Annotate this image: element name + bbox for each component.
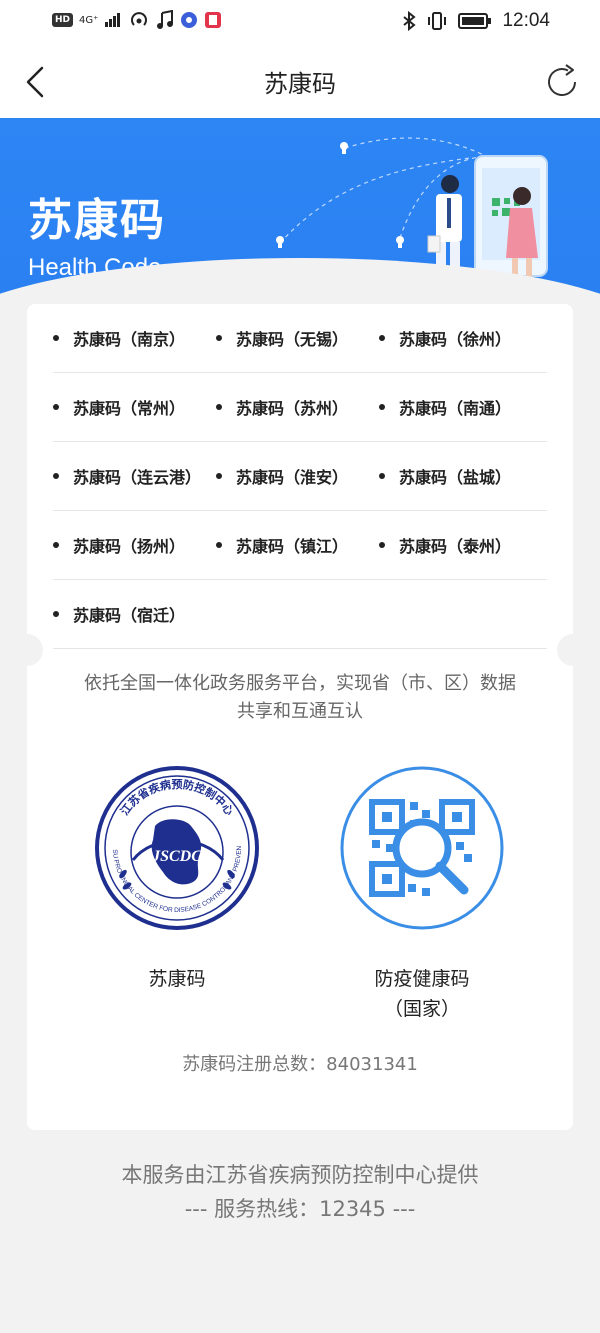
region-item-wuxi[interactable]: 苏康码（无锡）: [216, 326, 379, 350]
region-item-taizhou[interactable]: 苏康码（泰州）: [379, 533, 542, 557]
region-item-xuzhou[interactable]: 苏康码（徐州）: [379, 326, 542, 350]
national-label-line-1: 防疫健康码: [374, 968, 470, 990]
region-row: 苏康码（南京） 苏康码（无锡） 苏康码（徐州）: [53, 304, 547, 373]
status-bar: HD 4G⁺ 12:04: [0, 0, 600, 44]
card-notch-left: [11, 634, 43, 666]
hd-badge: HD: [52, 13, 74, 27]
refresh-button[interactable]: [542, 62, 582, 102]
bullet-icon: [216, 404, 222, 410]
region-label: 苏康码（南通）: [399, 399, 512, 418]
network-type: 4G⁺: [79, 14, 99, 26]
bullet-icon: [216, 473, 222, 479]
region-row: 苏康码（扬州） 苏康码（镇江） 苏康码（泰州）: [53, 511, 547, 580]
region-row: 苏康码（宿迁）: [53, 580, 547, 649]
region-label: 苏康码（淮安）: [236, 468, 349, 487]
bullet-icon: [53, 611, 59, 617]
national-health-code-entry[interactable]: 防疫健康码 （国家）: [322, 764, 522, 1024]
status-right: 12:04: [402, 10, 550, 32]
region-label: 苏康码（泰州）: [399, 537, 512, 556]
bullet-icon: [379, 473, 385, 479]
music-icon: [156, 10, 174, 30]
jiangsu-cdc-logo: 江苏省疾病预防控制中心 JIANGSU PROVINCIAL CENTER FO…: [90, 759, 259, 930]
refresh-icon: [548, 64, 576, 97]
card-notch-right: [557, 634, 589, 666]
bullet-icon: [53, 542, 59, 548]
bluetooth-icon: [402, 11, 417, 31]
region-item-lianyungang[interactable]: 苏康码（连云港）: [53, 464, 216, 488]
bullet-icon: [379, 335, 385, 341]
region-label: 苏康码（盐城）: [399, 468, 512, 487]
national-label-line-2: （国家）: [383, 998, 460, 1020]
footer-provider: 本服务由江苏省疾病预防控制中心提供: [121, 1163, 479, 1187]
nav-bar: 苏康码: [0, 44, 600, 118]
region-item-suzhou[interactable]: 苏康码（苏州）: [216, 395, 379, 419]
region-item-changzhou[interactable]: 苏康码（常州）: [53, 395, 216, 419]
region-label: 苏康码（宿迁）: [73, 606, 186, 625]
region-label: 苏康码（扬州）: [73, 537, 186, 556]
page-title: 苏康码: [264, 70, 336, 98]
intro-text: 依托全国一体化政务服务平台，实现省（市、区）数据 共享和互通互认: [47, 670, 553, 726]
hero-title: 苏康码: [28, 195, 166, 246]
region-label: 苏康码（常州）: [73, 399, 186, 418]
bullet-icon: [379, 404, 385, 410]
region-label: 苏康码（连云港）: [73, 468, 202, 487]
region-item-nanjing[interactable]: 苏康码（南京）: [53, 326, 216, 350]
clock: 12:04: [502, 10, 550, 31]
bullet-icon: [53, 404, 59, 410]
bullet-icon: [379, 542, 385, 548]
status-left: HD 4G⁺: [52, 10, 222, 30]
region-label: 苏康码（苏州）: [236, 399, 349, 418]
bullet-icon: [216, 542, 222, 548]
bullet-icon: [53, 473, 59, 479]
region-item-huaian[interactable]: 苏康码（淮安）: [216, 464, 379, 488]
region-item-zhenjiang[interactable]: 苏康码（镇江）: [216, 533, 379, 557]
svg-text:JSCDC: JSCDC: [151, 848, 202, 865]
footer: 本服务由江苏省疾病预防控制中心提供 --- 服务热线：12345 ---: [0, 1158, 600, 1226]
battery-icon: [458, 12, 492, 30]
bullet-icon: [216, 335, 222, 341]
footer-hotline: --- 服务热线：12345 ---: [184, 1197, 416, 1221]
region-item-nantong[interactable]: 苏康码（南通）: [379, 395, 542, 419]
vibrate-icon: [426, 11, 448, 31]
intro-line-1: 依托全国一体化政务服务平台，实现省（市、区）数据: [84, 673, 516, 694]
book-app-icon: [204, 11, 222, 29]
signal-icon: [104, 12, 122, 28]
region-list: 苏康码（南京） 苏康码（无锡） 苏康码（徐州） 苏康码（常州） 苏康码（苏州） …: [53, 304, 547, 649]
intro-line-2: 共享和互通互认: [237, 701, 363, 722]
bullet-icon: [53, 335, 59, 341]
app-notification-icon: [180, 11, 198, 29]
region-item-yancheng[interactable]: 苏康码（盐城）: [379, 464, 542, 488]
region-label: 苏康码（徐州）: [399, 330, 512, 349]
su-kang-ma-entry[interactable]: 江苏省疾病预防控制中心 JIANGSU PROVINCIAL CENTER FO…: [77, 759, 277, 994]
region-label: 苏康码（无锡）: [236, 330, 349, 349]
su-kang-ma-label: 苏康码: [148, 968, 206, 990]
national-health-code-label: 防疫健康码 （国家）: [322, 964, 522, 1024]
region-row: 苏康码（常州） 苏康码（苏州） 苏康码（南通）: [53, 373, 547, 442]
hotspot-icon: [128, 10, 150, 30]
main-card: 苏康码（南京） 苏康码（无锡） 苏康码（徐州） 苏康码（常州） 苏康码（苏州） …: [11, 304, 589, 1130]
region-label: 苏康码（镇江）: [236, 537, 349, 556]
region-row: 苏康码（连云港） 苏康码（淮安） 苏康码（盐城）: [53, 442, 547, 511]
region-item-yangzhou[interactable]: 苏康码（扬州）: [53, 533, 216, 557]
region-item-suqian[interactable]: 苏康码（宿迁）: [53, 602, 216, 626]
region-label: 苏康码（南京）: [73, 330, 186, 349]
national-health-code-logo: [340, 766, 504, 930]
registration-count: 苏康码注册总数：84031341: [182, 1054, 418, 1075]
